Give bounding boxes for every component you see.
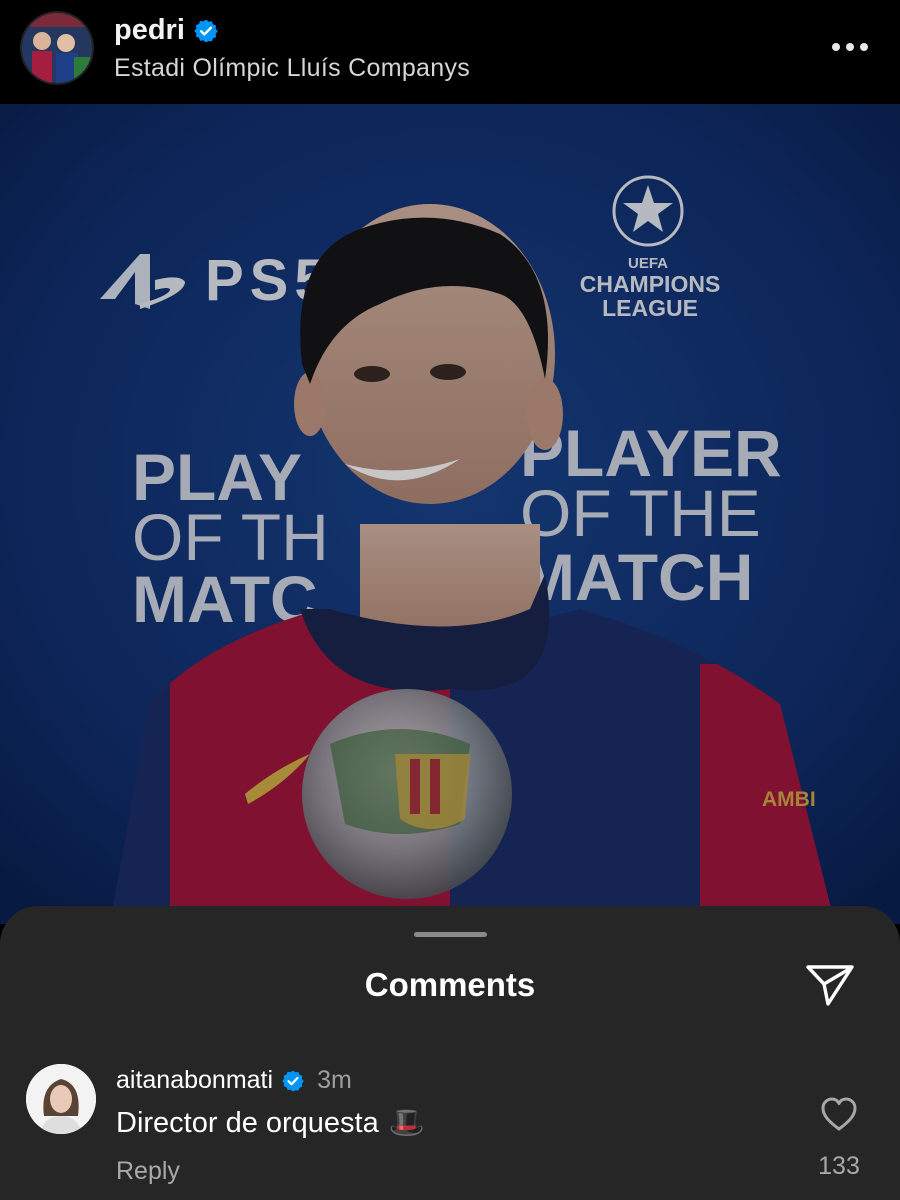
- top-hat-emoji: 🎩: [388, 1107, 425, 1139]
- heart-icon[interactable]: [820, 1096, 858, 1132]
- comment-timestamp: 3m: [317, 1066, 352, 1094]
- comments-sheet: Comments aitanabonmati 3m Director de or…: [0, 906, 900, 1200]
- verified-badge-icon: [194, 19, 218, 42]
- post-photo[interactable]: PS5 UEFA CHAMPIONS LEAGUE PLAY OF TH MAT…: [0, 104, 900, 924]
- reply-button[interactable]: Reply: [116, 1157, 180, 1186]
- commenter-username[interactable]: aitanabonmati: [116, 1066, 273, 1095]
- send-icon[interactable]: [804, 962, 856, 1008]
- comments-title: Comments: [364, 966, 536, 1003]
- post-location[interactable]: Estadi Olímpic Lluís Companys: [114, 54, 470, 83]
- post-username[interactable]: pedri: [114, 14, 219, 47]
- username-text[interactable]: pedri: [114, 14, 185, 47]
- user-avatar[interactable]: [22, 13, 92, 83]
- like-count: 133: [818, 1152, 860, 1180]
- more-horizontal-icon[interactable]: [830, 37, 870, 57]
- comment-text-row: Director de orquesta 🎩: [116, 1106, 425, 1140]
- sheet-drag-handle[interactable]: [414, 932, 487, 937]
- commenter-avatar[interactable]: [26, 1064, 96, 1134]
- comment-text: Director de orquesta: [116, 1106, 379, 1139]
- commenter-username-row: aitanabonmati 3m: [116, 1066, 352, 1095]
- verified-badge-icon: [282, 1070, 304, 1091]
- post-header: pedri Estadi Olímpic Lluís Companys: [0, 0, 900, 104]
